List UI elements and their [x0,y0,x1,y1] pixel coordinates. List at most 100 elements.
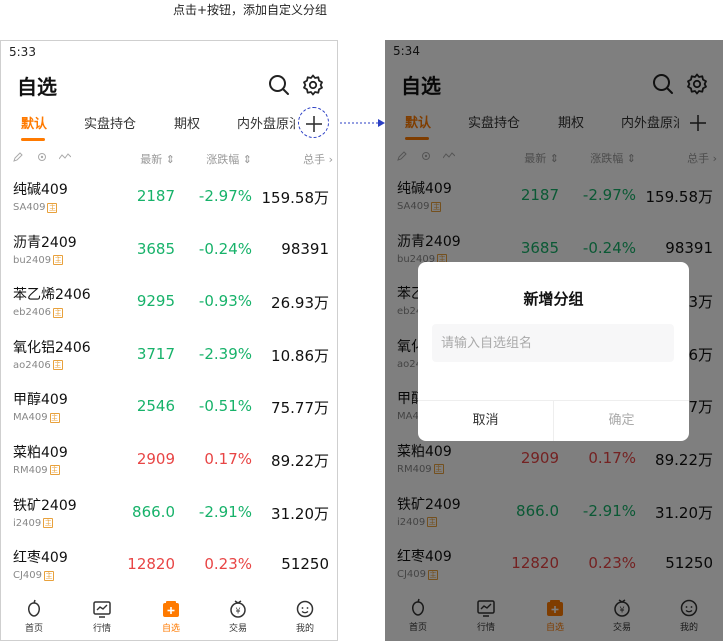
svg-text:¥: ¥ [235,607,240,616]
nav-market[interactable]: 行情 [77,599,127,634]
last-price: 9295 [136,292,175,311]
watchlist: 纯碱409 SA409主 2187 -2.97% 159.58万沥青2409 bu2409… [1,173,337,594]
contract-name: 菜粕409 [13,444,68,461]
status-time: 5:33 [9,45,36,59]
change-percent: 0.23% [204,555,252,574]
home-icon [28,599,40,617]
total-volume: 89.22万 [271,451,329,470]
contract-code: RM409主 [13,464,60,476]
last-price: 2546 [136,397,175,416]
table-row[interactable]: 铁矿2409 i2409主 866.0 -2.91% 31.20万 [1,489,337,542]
total-volume: 51250 [281,555,329,574]
last-price: 12820 [127,555,175,574]
main-contract-badge: 主 [52,307,63,318]
group-name-input[interactable] [432,324,674,362]
total-volume: 31.20万 [271,504,329,523]
col-change[interactable]: 涨跌幅 ⇕ [206,151,252,167]
main-contract-badge: 主 [52,360,63,371]
last-price: 3685 [136,239,175,258]
main-contract-badge: 主 [49,465,60,476]
table-row[interactable]: 沥青2409 bu2409主 3685 -0.24% 98391 [1,226,337,279]
dialog-title: 新增分组 [523,290,584,308]
change-percent: -0.93% [198,292,252,311]
contract-code: ao2406主 [13,359,63,371]
table-row[interactable]: 甲醇409 MA409主 2546 -0.51% 75.77万 [1,383,337,436]
change-percent: -2.39% [198,344,252,363]
tab-active-indicator [21,138,45,141]
main-contract-badge: 主 [44,570,55,581]
table-row[interactable]: 菜粕409 RM409主 2909 0.17% 89.22万 [1,436,337,489]
last-price: 3717 [136,344,175,363]
tab-live-positions[interactable]: 实盘持仓 [84,113,136,132]
change-percent: -2.97% [198,187,252,205]
contract-code: i2409主 [13,517,54,529]
tab-crude-oil[interactable]: 内外盘原油 [237,113,295,132]
nav-home[interactable]: 首页 [9,599,59,634]
contract-name: 氧化铝2406 [13,339,91,356]
trade-icon: ¥ [230,600,246,618]
contract-code: eb2406主 [13,307,63,319]
nav-watchlist[interactable]: 自选 [146,599,196,634]
contract-name: 纯碱409 [13,182,68,198]
annotation-caption: 点击+按钮，添加自定义分组 [172,3,328,17]
settings-small-icon[interactable] [37,152,47,162]
total-volume: 159.58万 [261,189,330,207]
table-row[interactable]: 红枣409 CJ409主 12820 0.23% 51250 [1,541,337,594]
change-percent: -0.24% [198,239,252,258]
last-price: 2909 [136,449,175,468]
contract-name: 红枣409 [13,550,68,567]
table-row[interactable]: 氧化铝2406 ao2406主 3717 -2.39% 10.86万 [1,331,337,384]
bottom-nav: 首页 行情 自选 ¥ 交易 我的 [1,599,337,640]
total-volume: 98391 [281,239,329,258]
nav-label: 首页 [24,624,43,634]
contract-code: MA409主 [13,412,60,424]
phone-screen-after: 5:34 自选 默认 实盘持仓 期权 内外盘原油 最新 ⇕ 涨跌幅 ⇕ 总手 ›… [385,40,723,641]
contract-name: 沥青2409 [13,234,77,251]
table-row[interactable]: 苯乙烯2406 eb2406主 9295 -0.93% 26.93万 [1,278,337,331]
contract-code: bu2409主 [13,254,64,266]
nav-label: 行情 [92,624,111,634]
profile-icon [296,600,314,618]
group-tabs: 默认 实盘持仓 期权 内外盘原油 [1,113,337,143]
nav-label: 自选 [161,624,180,634]
main-contract-badge: 主 [43,518,54,529]
change-percent: 0.17% [204,449,252,468]
col-volume[interactable]: 总手 › [303,151,333,167]
main-contract-badge: 主 [53,255,64,266]
edit-icon[interactable] [13,152,23,162]
gear-icon[interactable] [302,74,324,96]
column-header: 最新 ⇕ 涨跌幅 ⇕ 总手 › [1,151,337,167]
nav-label: 交易 [228,624,247,634]
nav-label: 我的 [295,624,314,634]
total-volume: 75.77万 [271,399,329,418]
tab-options[interactable]: 期权 [174,113,200,132]
search-icon[interactable] [268,74,290,96]
last-price: 2187 [136,187,175,205]
page-title: 自选 [17,75,57,99]
total-volume: 26.93万 [271,294,329,313]
last-price: 866.0 [132,502,175,521]
contract-name: 甲醇409 [13,392,68,409]
nav-trade[interactable]: ¥ 交易 [213,599,263,634]
change-percent: -0.51% [198,397,252,416]
phone-screen-before: 5:33 自选 默认 实盘持仓 期权 内外盘原油 最新 ⇕ 涨跌幅 ⇕ 总手 ›… [0,40,338,641]
main-contract-badge: 主 [49,412,60,423]
watchlist-icon [163,601,179,617]
cancel-button[interactable]: 取消 [418,401,553,441]
contract-name: 铁矿2409 [13,497,77,514]
contract-code: CJ409主 [13,570,55,582]
total-volume: 10.86万 [271,346,329,365]
tab-default[interactable]: 默认 [21,113,47,132]
add-button-highlight [298,107,329,138]
market-icon [93,601,111,618]
main-contract-badge: 主 [47,202,58,213]
nav-profile[interactable]: 我的 [280,599,330,634]
confirm-button[interactable]: 确定 [554,401,689,441]
new-group-dialog: 新增分组 取消 确定 [418,262,689,441]
table-row[interactable]: 纯碱409 SA409主 2187 -2.97% 159.58万 [1,173,337,226]
col-last[interactable]: 最新 ⇕ [140,151,175,167]
contract-name: 苯乙烯2406 [13,287,91,304]
change-percent: -2.91% [198,502,252,521]
contract-code: SA409主 [13,202,58,213]
trend-icon[interactable] [59,152,71,162]
